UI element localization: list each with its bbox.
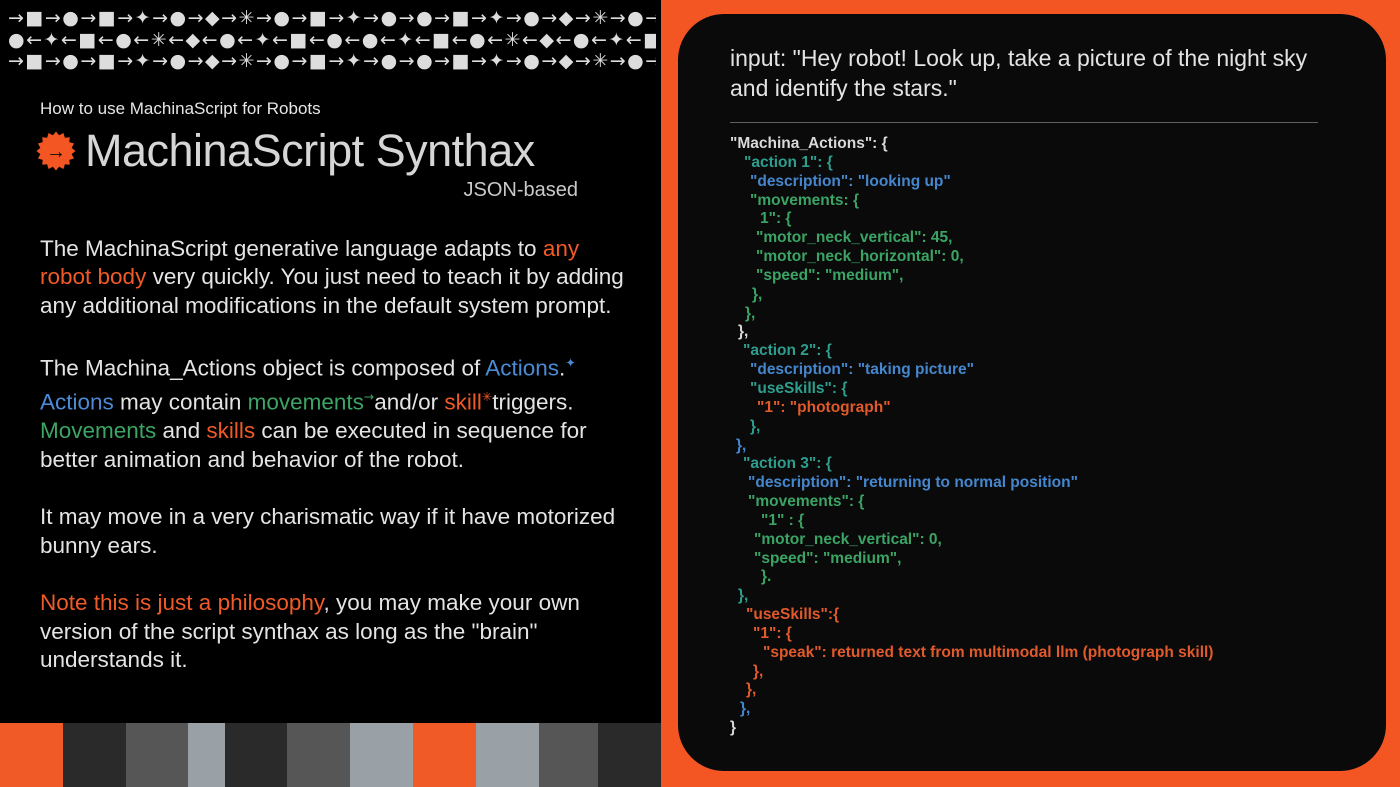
code-line: } xyxy=(730,719,1346,738)
code-line: }, xyxy=(730,437,1346,456)
strip-block-light xyxy=(188,723,225,787)
page-title: MachinaScript Synthax xyxy=(85,125,535,177)
text-segment: Note this is just a philosophy xyxy=(40,590,323,615)
code-line: "speak": returned text from multimodal l… xyxy=(730,644,1346,663)
body-paragraph: The Machina_Actions object is composed o… xyxy=(40,349,630,474)
code-line: }, xyxy=(730,418,1346,437)
pattern-row: →■→●→■→✦→●→◆→✳→●→■→✦→●→●→■→✦→●→◆→✳→●→■→✦… xyxy=(8,51,656,73)
code-line: "description": "returning to normal posi… xyxy=(730,474,1346,493)
code-line: "1": { xyxy=(730,625,1346,644)
strip-block-light xyxy=(476,723,539,787)
code-panel: input: "Hey robot! Look up, take a pictu… xyxy=(678,14,1386,771)
text-segment: The Machina_Actions object is composed o… xyxy=(40,356,485,381)
code-line: "motor_neck_vertical": 45, xyxy=(730,229,1346,248)
pattern-row: →■→●→■→✦→●→◆→✳→●→■→✦→●→●→■→✦→●→◆→✳→●→■→✦… xyxy=(8,8,656,30)
code-line: "movements": { xyxy=(730,493,1346,512)
code-line: "action 2": { xyxy=(730,342,1346,361)
text-segment: Movements xyxy=(40,418,156,443)
code-line: }, xyxy=(730,305,1346,324)
sparkle-icon: ✳ xyxy=(482,390,492,404)
svg-text:→: → xyxy=(46,141,66,163)
code-line: "speed": "medium", xyxy=(730,550,1346,569)
code-line: "1" : { xyxy=(730,512,1346,531)
strip-block-mid xyxy=(539,723,598,787)
sparkle-icon: → xyxy=(364,390,374,404)
code-line: }, xyxy=(730,286,1346,305)
body-copy: The MachinaScript generative language ad… xyxy=(40,235,630,675)
strip-block-light xyxy=(350,723,413,787)
input-text: input: "Hey robot! Look up, take a pictu… xyxy=(730,44,1342,103)
decorative-dingbat-pattern: →■→●→■→✦→●→◆→✳→●→■→✦→●→●→■→✦→●→◆→✳→●→■→✦… xyxy=(8,8,656,73)
code-line: "description": "taking picture" xyxy=(730,361,1346,380)
body-paragraph: It may move in a very charismatic way if… xyxy=(40,503,630,560)
strip-block-orange xyxy=(413,723,476,787)
code-line: 1": { xyxy=(730,210,1346,229)
text-segment: and xyxy=(156,418,206,443)
color-strip xyxy=(0,723,661,787)
code-line: "movements: { xyxy=(730,192,1346,211)
text-segment: Actions xyxy=(485,356,559,381)
code-line: "description": "looking up" xyxy=(730,173,1346,192)
code-line: "Machina_Actions": { xyxy=(730,135,1346,154)
text-segment: movements xyxy=(248,390,364,415)
gear-icon: → xyxy=(36,131,76,171)
code-line: "motor_neck_horizontal": 0, xyxy=(730,248,1346,267)
title-row: → MachinaScript Synthax xyxy=(36,125,661,177)
code-line: }, xyxy=(730,700,1346,719)
text-segment: It may move in a very charismatic way if… xyxy=(40,504,615,558)
right-panel: input: "Hey robot! Look up, take a pictu… xyxy=(661,0,1400,787)
code-line: }, xyxy=(730,587,1346,606)
strip-block-dark xyxy=(225,723,287,787)
code-line: "1": "photograph" xyxy=(730,399,1346,418)
code-line: "motor_neck_vertical": 0, xyxy=(730,531,1346,550)
body-paragraph: The MachinaScript generative language ad… xyxy=(40,235,630,321)
code-line: "useSkills":{ xyxy=(730,606,1346,625)
text-segment: skills xyxy=(206,418,255,443)
left-panel: →■→●→■→✦→●→◆→✳→●→■→✦→●→●→■→✦→●→◆→✳→●→■→✦… xyxy=(0,0,661,787)
slide-kicker: How to use MachinaScript for Robots xyxy=(40,99,661,119)
code-block: "Machina_Actions": {"action 1": {"descri… xyxy=(730,135,1346,738)
text-segment: may contain xyxy=(114,390,248,415)
code-line: "useSkills": { xyxy=(730,380,1346,399)
code-line: "action 1": { xyxy=(730,154,1346,173)
code-line: }, xyxy=(730,681,1346,700)
code-line: }, xyxy=(730,663,1346,682)
text-segment: Actions xyxy=(40,390,114,415)
strip-block-mid xyxy=(126,723,188,787)
text-segment: The MachinaScript generative language ad… xyxy=(40,236,543,261)
strip-block-dark xyxy=(63,723,126,787)
strip-block-dark xyxy=(598,723,661,787)
code-line: "action 3": { xyxy=(730,455,1346,474)
pattern-row: ●←✦←■←●←✳←◆←●←✦←■←●←●←✦←■←●←✳←◆←●←✦←■←●←… xyxy=(8,30,656,52)
code-line: }. xyxy=(730,568,1346,587)
body-paragraph: Note this is just a philosophy, you may … xyxy=(40,589,630,675)
text-segment: and/or xyxy=(374,390,444,415)
slide-canvas: →■→●→■→✦→●→◆→✳→●→■→✦→●→●→■→✦→●→◆→✳→●→■→✦… xyxy=(0,0,1400,787)
slide-subtitle: JSON-based xyxy=(36,179,578,202)
text-segment: triggers. xyxy=(492,390,573,415)
strip-block-orange xyxy=(0,723,63,787)
divider xyxy=(730,122,1318,123)
code-line: }, xyxy=(730,323,1346,342)
sparkle-icon: ✦ xyxy=(565,356,575,370)
code-line: "speed": "medium", xyxy=(730,267,1346,286)
text-segment: skill xyxy=(444,390,482,415)
strip-block-mid xyxy=(287,723,350,787)
